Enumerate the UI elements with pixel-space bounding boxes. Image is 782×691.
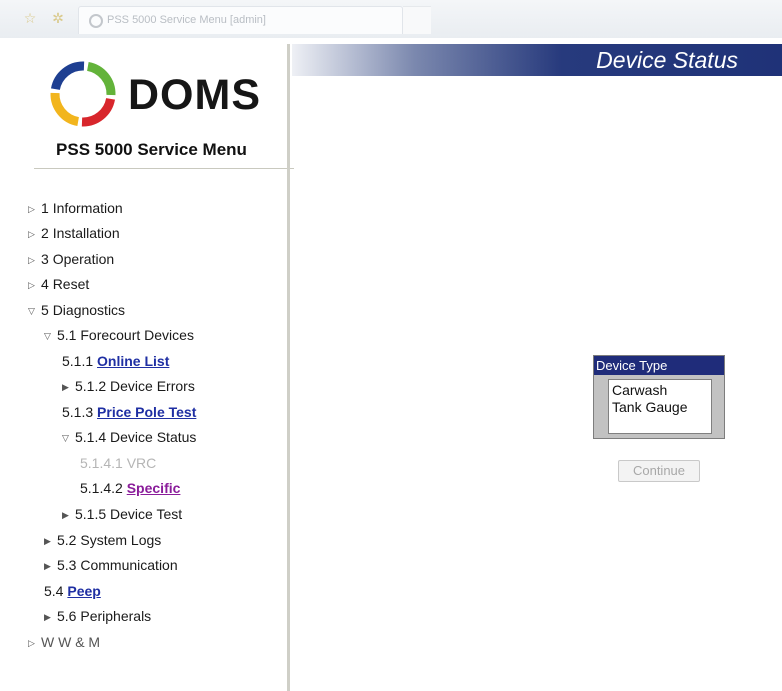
sidebar: DOMS PSS 5000 Service Menu ▷ 1 Informatio… xyxy=(16,38,294,691)
doms-logo-icon xyxy=(50,61,116,127)
menu-item-vrc: 5.1.4.1 VRC xyxy=(80,455,157,471)
triangle-right-icon: ▶ xyxy=(62,510,69,521)
triangle-right-icon: ▷ xyxy=(28,229,35,240)
service-menu-title: PSS 5000 Service Menu xyxy=(56,140,247,159)
sidebar-divider xyxy=(287,44,290,691)
triangle-right-icon: ▷ xyxy=(28,204,35,215)
triangle-right-icon: ▶ xyxy=(44,536,51,547)
triangle-right-icon: ▷ xyxy=(28,255,35,266)
tab-title: PSS 5000 Service Menu [admin] xyxy=(107,14,266,26)
menu-item-system-logs[interactable]: ▶ 5.2 System Logs xyxy=(44,530,161,550)
triangle-down-icon: ▽ xyxy=(44,331,51,342)
browser-tab-strip: ☆ ✲ PSS 5000 Service Menu [admin] xyxy=(0,0,782,38)
logo-text: DOMS xyxy=(128,71,261,119)
triangle-right-icon: ▷ xyxy=(28,638,35,649)
menu-item-forecourt-devices[interactable]: ▽ 5.1 Forecourt Devices xyxy=(44,325,194,345)
menu-item-peripherals[interactable]: ▶ 5.6 Peripherals xyxy=(44,606,151,626)
title-divider xyxy=(34,168,294,169)
menu-item-installation[interactable]: ▷ 2 Installation xyxy=(28,223,120,243)
device-type-option-tank-gauge[interactable]: Tank Gauge xyxy=(612,399,708,416)
triangle-right-icon: ▶ xyxy=(44,612,51,623)
menu-item-device-test[interactable]: ▶ 5.1.5 Device Test xyxy=(62,504,182,524)
triangle-down-icon: ▽ xyxy=(62,433,69,444)
menu-item-peep: 5.4 Peep xyxy=(44,583,101,599)
menu-item-diagnostics[interactable]: ▽ 5 Diagnostics xyxy=(28,300,125,320)
doms-logo: DOMS xyxy=(44,55,274,135)
loading-icon xyxy=(89,14,103,28)
page-header-banner: Device Status xyxy=(292,44,782,76)
menu-item-operation[interactable]: ▷ 3 Operation xyxy=(28,249,114,269)
menu-item-specific: 5.1.4.2 Specific xyxy=(80,480,181,496)
device-type-option-carwash[interactable]: Carwash xyxy=(612,382,708,399)
gear-icon[interactable]: ✲ xyxy=(50,10,66,26)
price-pole-test-link[interactable]: Price Pole Test xyxy=(97,404,196,420)
new-tab-button[interactable] xyxy=(403,6,431,34)
menu-item-price-pole-test: 5.1.3 Price Pole Test xyxy=(62,404,197,420)
device-type-label: Device Type xyxy=(594,356,724,375)
device-type-listbox[interactable]: Carwash Tank Gauge xyxy=(608,379,712,434)
triangle-right-icon: ▷ xyxy=(28,280,35,291)
triangle-down-icon: ▽ xyxy=(28,306,35,317)
triangle-right-icon: ▶ xyxy=(44,561,51,572)
menu-item-reset[interactable]: ▷ 4 Reset xyxy=(28,274,89,294)
menu-item-device-errors[interactable]: ▶ 5.1.2 Device Errors xyxy=(62,376,195,396)
device-type-group: Device Type Carwash Tank Gauge xyxy=(593,355,725,439)
menu-item-communication[interactable]: ▶ 5.3 Communication xyxy=(44,555,178,575)
online-list-link[interactable]: Online List xyxy=(97,353,169,369)
star-icon[interactable]: ☆ xyxy=(22,10,38,26)
peep-link[interactable]: Peep xyxy=(67,583,100,599)
menu-item-device-status[interactable]: ▽ 5.1.4 Device Status xyxy=(62,427,196,447)
triangle-right-icon: ▶ xyxy=(62,382,69,393)
continue-button[interactable]: Continue xyxy=(618,460,700,482)
menu-item-online-list: 5.1.1 Online List xyxy=(62,353,170,369)
specific-link[interactable]: Specific xyxy=(127,480,181,496)
browser-tab[interactable]: PSS 5000 Service Menu [admin] xyxy=(78,6,403,34)
page-title: Device Status xyxy=(596,47,738,73)
menu-item-information[interactable]: ▷ 1 Information xyxy=(28,198,123,218)
menu-item-wwm[interactable]: ▷ W W & M xyxy=(28,632,100,652)
